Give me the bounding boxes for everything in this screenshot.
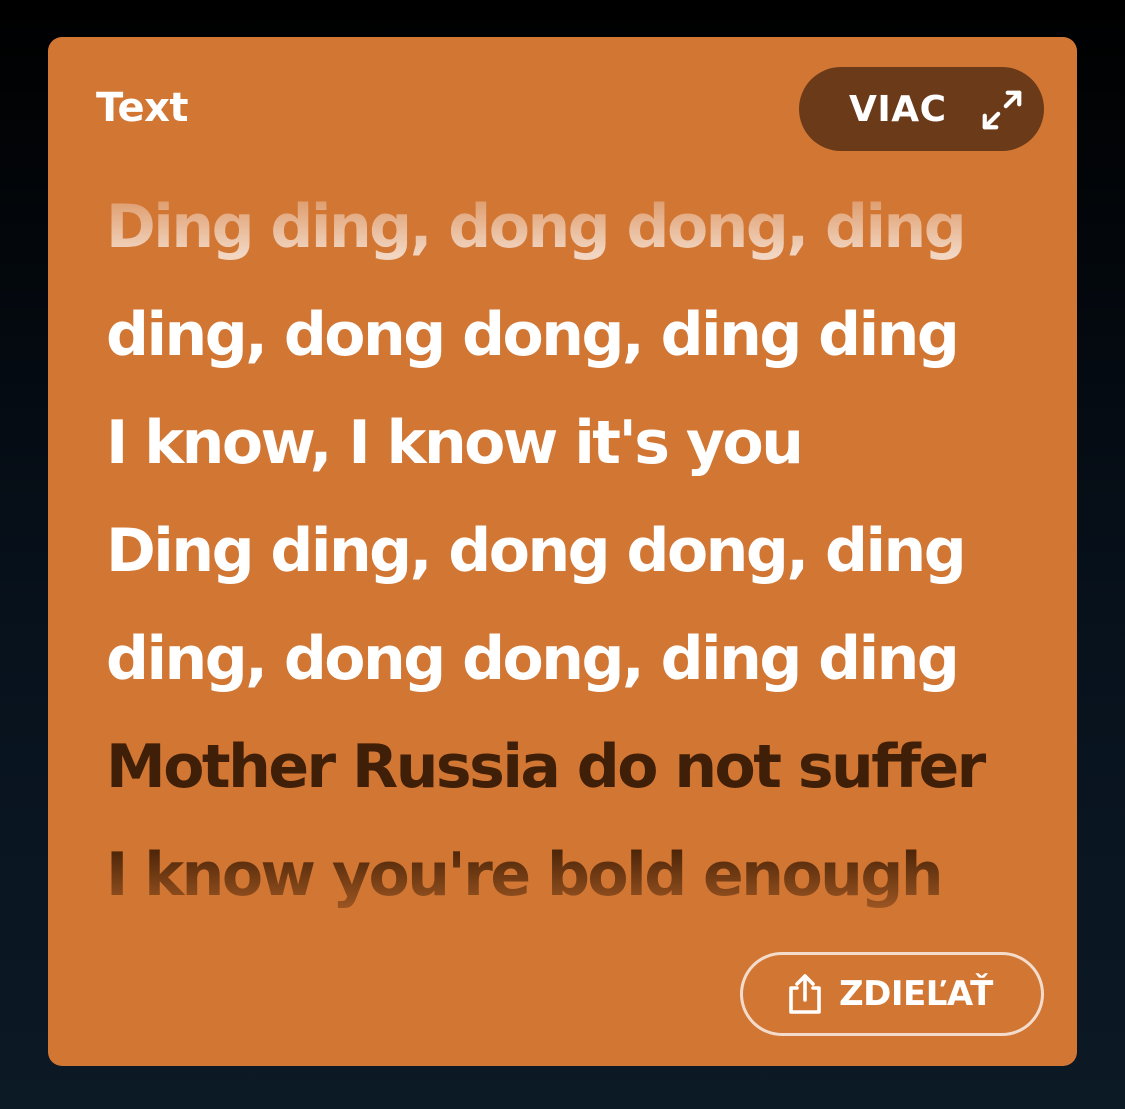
more-button[interactable]: VIAC bbox=[799, 67, 1044, 151]
lyric-line[interactable]: ding, dong dong, ding ding bbox=[106, 281, 1066, 389]
lyric-line[interactable]: ding, dong dong, ding ding bbox=[106, 605, 1066, 713]
lyric-line[interactable]: Ding ding, dong dong, ding bbox=[106, 497, 1066, 605]
lyrics-card: Text VIAC Ding ding, dong dong, ding din… bbox=[48, 37, 1077, 1066]
expand-icon bbox=[982, 90, 1022, 130]
lyric-line[interactable]: I know, I know it's you bbox=[106, 389, 1066, 497]
share-icon bbox=[789, 974, 821, 1014]
share-button[interactable]: ZDIEĽAŤ bbox=[740, 952, 1044, 1036]
lyric-line[interactable]: Ding ding, dong dong, ding bbox=[106, 173, 1066, 281]
lyric-line-current[interactable]: Mother Russia do not suffer bbox=[106, 713, 1066, 821]
lyrics-list: Ding ding, dong dong, ding ding, dong do… bbox=[106, 173, 1066, 929]
share-button-label: ZDIEĽAŤ bbox=[839, 974, 993, 1014]
more-button-label: VIAC bbox=[849, 88, 947, 130]
lyric-line[interactable]: I know you're bold enough bbox=[106, 821, 1066, 929]
card-title: Text bbox=[96, 85, 189, 131]
